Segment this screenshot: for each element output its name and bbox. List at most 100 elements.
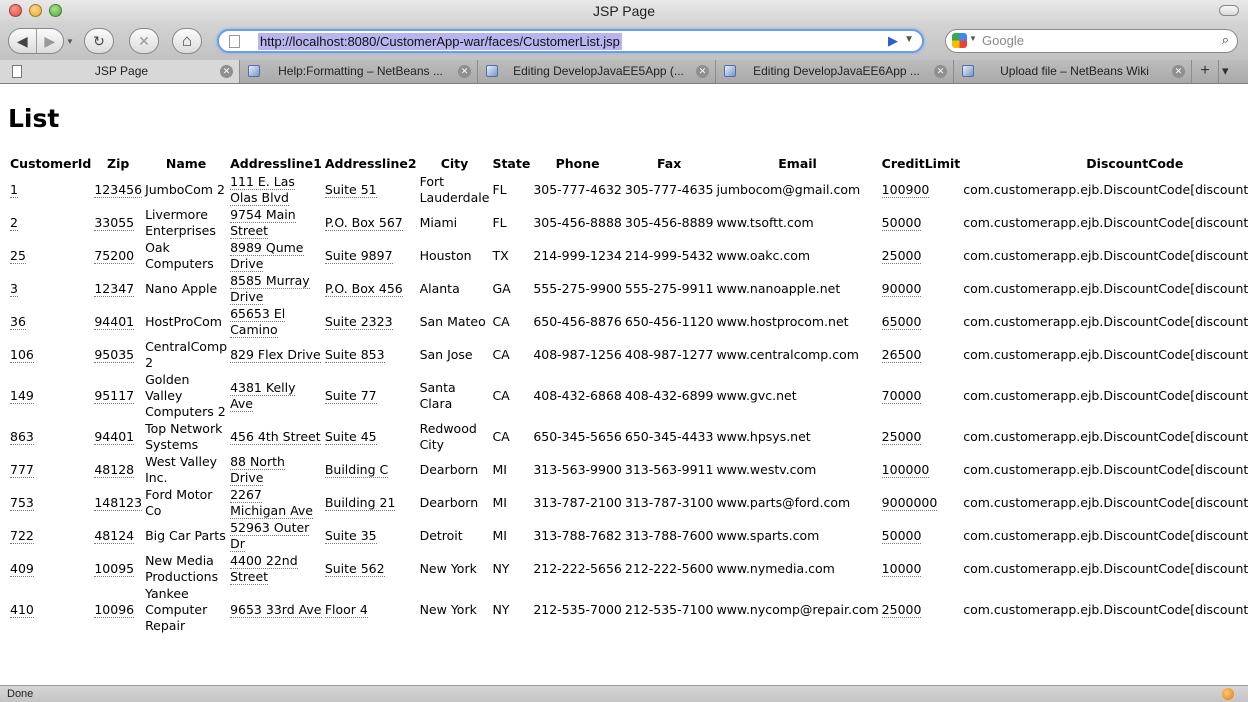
cell-link[interactable]: 65653 El Camino bbox=[230, 306, 286, 338]
cell-link[interactable]: Suite 45 bbox=[324, 429, 377, 445]
cell-link[interactable]: 88 North Drive bbox=[230, 454, 285, 486]
cell-link[interactable]: 1 bbox=[10, 182, 18, 198]
close-tab-icon[interactable]: ✕ bbox=[934, 65, 947, 78]
cell-link[interactable]: Suite 853 bbox=[324, 347, 385, 363]
google-icon[interactable] bbox=[952, 33, 967, 48]
close-tab-icon[interactable]: ✕ bbox=[220, 65, 233, 78]
search-input[interactable]: Google bbox=[982, 32, 1024, 50]
toolbar-toggle-button[interactable] bbox=[1219, 5, 1239, 16]
cell-link[interactable]: 10096 bbox=[94, 602, 135, 618]
cell-link[interactable]: 829 Flex Drive bbox=[230, 347, 321, 363]
cell-link[interactable]: 100000 bbox=[881, 462, 930, 478]
cell-link[interactable]: 12347 bbox=[94, 281, 135, 297]
cell-link[interactable]: 50000 bbox=[881, 528, 922, 544]
cell-link[interactable]: 95035 bbox=[94, 347, 135, 363]
cell-link[interactable]: 95117 bbox=[94, 388, 135, 404]
cell-link[interactable]: 26500 bbox=[881, 347, 922, 363]
firebug-icon[interactable] bbox=[1222, 688, 1234, 700]
cell-link[interactable]: Suite 2323 bbox=[324, 314, 393, 330]
cell-link[interactable]: 100900 bbox=[881, 182, 930, 198]
tab-jsp-page[interactable]: JSP Page ✕ bbox=[0, 60, 240, 83]
cell-link[interactable]: 9000000 bbox=[881, 495, 938, 511]
cell-link[interactable]: 863 bbox=[10, 429, 34, 445]
cell-phone: 408-432-6868 bbox=[532, 372, 623, 420]
history-dropdown-icon[interactable]: ▼ bbox=[66, 37, 74, 46]
cell-link[interactable]: 9754 Main Street bbox=[230, 207, 296, 239]
cell-link[interactable]: 48128 bbox=[94, 462, 135, 478]
cell-link[interactable]: 50000 bbox=[881, 215, 922, 231]
tab-editing-ee5[interactable]: Editing DevelopJavaEE5App (... ✕ bbox=[478, 60, 716, 83]
home-button[interactable]: ⌂ bbox=[172, 28, 202, 54]
cell-link[interactable]: 52963 Outer Dr bbox=[230, 520, 310, 552]
cell-link[interactable]: Building 21 bbox=[324, 495, 396, 511]
close-window-button[interactable] bbox=[9, 4, 22, 17]
cell-link[interactable]: Building C bbox=[324, 462, 389, 478]
cell-link[interactable]: 4381 Kelly Ave bbox=[230, 380, 296, 412]
tab-upload-file[interactable]: Upload file – NetBeans Wiki ✕ bbox=[954, 60, 1192, 83]
cell-link[interactable]: Suite 35 bbox=[324, 528, 377, 544]
cell-link[interactable]: Suite 51 bbox=[324, 182, 377, 198]
close-tab-icon[interactable]: ✕ bbox=[1172, 65, 1185, 78]
reload-button[interactable]: ↻ bbox=[84, 28, 114, 54]
cell-link[interactable]: 3 bbox=[10, 281, 18, 297]
cell-link[interactable]: 2 bbox=[10, 215, 18, 231]
cell-link[interactable]: 8585 Murray Drive bbox=[230, 273, 310, 305]
cell-link[interactable]: Suite 9897 bbox=[324, 248, 393, 264]
address-bar[interactable]: http://localhost:8080/CustomerApp-war/fa… bbox=[217, 29, 924, 53]
cell-link[interactable]: 123456 bbox=[94, 182, 143, 198]
cell-text: Top Network Systems bbox=[145, 421, 223, 452]
cell-link[interactable]: 25000 bbox=[881, 602, 922, 618]
tab-editing-ee6[interactable]: Editing DevelopJavaEE6App ... ✕ bbox=[716, 60, 954, 83]
url-input[interactable]: http://localhost:8080/CustomerApp-war/fa… bbox=[258, 33, 622, 50]
cell-link[interactable]: 722 bbox=[10, 528, 34, 544]
cell-link[interactable]: 75200 bbox=[94, 248, 135, 264]
cell-link[interactable]: 36 bbox=[10, 314, 26, 330]
forward-icon[interactable]: ▶ bbox=[37, 33, 64, 50]
new-tab-button[interactable]: + bbox=[1192, 60, 1219, 83]
cell-link[interactable]: 25 bbox=[10, 248, 26, 264]
cell-link[interactable]: P.O. Box 456 bbox=[324, 281, 403, 297]
tab-help-formatting[interactable]: Help:Formatting – NetBeans ... ✕ bbox=[240, 60, 478, 83]
close-tab-icon[interactable]: ✕ bbox=[458, 65, 471, 78]
cell-link[interactable]: 4400 22nd Street bbox=[230, 553, 298, 585]
cell-link[interactable]: 753 bbox=[10, 495, 34, 511]
cell-link[interactable]: 90000 bbox=[881, 281, 922, 297]
close-tab-icon[interactable]: ✕ bbox=[696, 65, 709, 78]
cell-link[interactable]: P.O. Box 567 bbox=[324, 215, 403, 231]
cell-link[interactable]: 10095 bbox=[94, 561, 135, 577]
cell-link[interactable]: 25000 bbox=[881, 248, 922, 264]
cell-link[interactable]: 10000 bbox=[881, 561, 922, 577]
stop-button[interactable]: ✕ bbox=[129, 28, 159, 54]
search-engine-dropdown-icon[interactable]: ▼ bbox=[969, 34, 977, 43]
cell-link[interactable]: 9653 33rd Ave bbox=[230, 602, 322, 618]
cell-link[interactable]: 456 4th Street bbox=[230, 429, 321, 445]
cell-link[interactable]: 33055 bbox=[94, 215, 135, 231]
zoom-window-button[interactable] bbox=[49, 4, 62, 17]
minimize-window-button[interactable] bbox=[29, 4, 42, 17]
back-icon[interactable]: ◀ bbox=[9, 33, 36, 50]
cell-link[interactable]: 410 bbox=[10, 602, 34, 618]
search-bar[interactable]: ▼ Google ⌕ bbox=[945, 29, 1238, 53]
cell-link[interactable]: 111 E. Las Olas Blvd bbox=[230, 174, 295, 206]
tab-list-icon[interactable]: ▾ bbox=[1222, 63, 1229, 79]
cell-link[interactable]: 409 bbox=[10, 561, 34, 577]
cell-link[interactable]: 94401 bbox=[94, 429, 135, 445]
cell-link[interactable]: 148123 bbox=[94, 495, 143, 511]
go-icon[interactable]: ▶ bbox=[888, 33, 898, 49]
cell-link[interactable]: 70000 bbox=[881, 388, 922, 404]
cell-link[interactable]: 8989 Qume Drive bbox=[230, 240, 304, 272]
cell-link[interactable]: 777 bbox=[10, 462, 34, 478]
cell-link[interactable]: 2267 Michigan Ave bbox=[230, 487, 314, 519]
cell-link[interactable]: 48124 bbox=[94, 528, 135, 544]
cell-link[interactable]: Suite 562 bbox=[324, 561, 385, 577]
cell-link[interactable]: Floor 4 bbox=[324, 602, 368, 618]
cell-link[interactable]: Suite 77 bbox=[324, 388, 377, 404]
search-icon[interactable]: ⌕ bbox=[1222, 32, 1229, 48]
cell-link[interactable]: 94401 bbox=[94, 314, 135, 330]
url-dropdown-icon[interactable]: ▼ bbox=[904, 34, 914, 45]
cell-link[interactable]: 149 bbox=[10, 388, 34, 404]
cell-text: 305-777-4635 bbox=[624, 182, 714, 197]
cell-link[interactable]: 25000 bbox=[881, 429, 922, 445]
cell-link[interactable]: 65000 bbox=[881, 314, 922, 330]
cell-link[interactable]: 106 bbox=[10, 347, 34, 363]
